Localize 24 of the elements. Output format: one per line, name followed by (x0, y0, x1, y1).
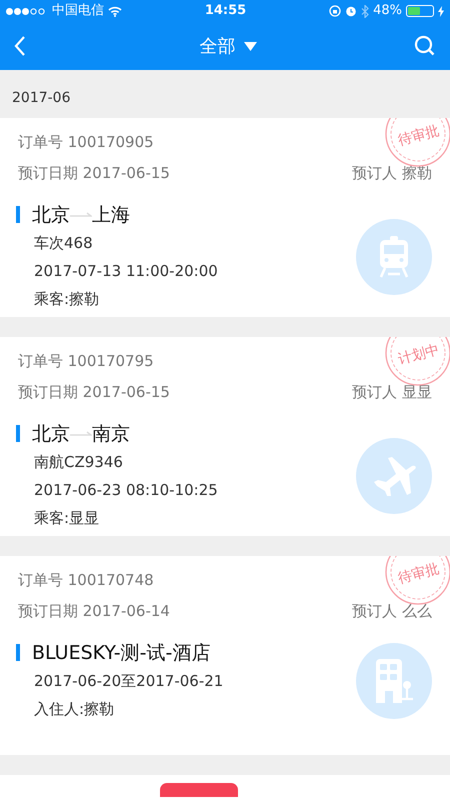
order-date: 预订日期 2017-06-15 (18, 163, 170, 184)
hotel-name: BLUESKY-测-试-酒店 (32, 640, 210, 666)
departure-city: 北京 (32, 202, 70, 228)
carrier-name: 中国电信 (52, 2, 104, 20)
filter-dropdown[interactable]: 全部 (194, 32, 262, 60)
order-date: 预订日期 2017-06-14 (18, 601, 170, 622)
arrival-city: 南京 (92, 422, 130, 446)
trip-detail: 2017-06-20至2017-06-21 (33, 671, 224, 692)
order-number: 订单号 100170905 (18, 133, 154, 151)
arrival-city: 上海 (92, 202, 130, 228)
order-date: 预订日期 2017-06-15 (18, 382, 170, 403)
trip-detail: 2017-07-13 11:00-20:00 (33, 261, 218, 282)
trip-detail: 2017-06-23 08:10-10:25 (33, 480, 218, 501)
order-number: 订单号 100170748 (18, 571, 154, 589)
trip-detail: 车次468 (33, 233, 94, 254)
trip-detail: 南航CZ9346 (33, 452, 124, 473)
departure-city: 北京 (32, 422, 70, 446)
month-header: 2017-06 (12, 88, 70, 108)
trip-detail: 入住人:擦勒 (33, 699, 116, 720)
trip-detail: 乘客:显显 (33, 508, 100, 529)
order-number: 订单号 100170795 (18, 352, 154, 370)
trip-detail: 乘客:擦勒 (33, 289, 100, 310)
battery-percent: 48% (373, 2, 402, 20)
status-time: 14:55 (204, 2, 246, 20)
